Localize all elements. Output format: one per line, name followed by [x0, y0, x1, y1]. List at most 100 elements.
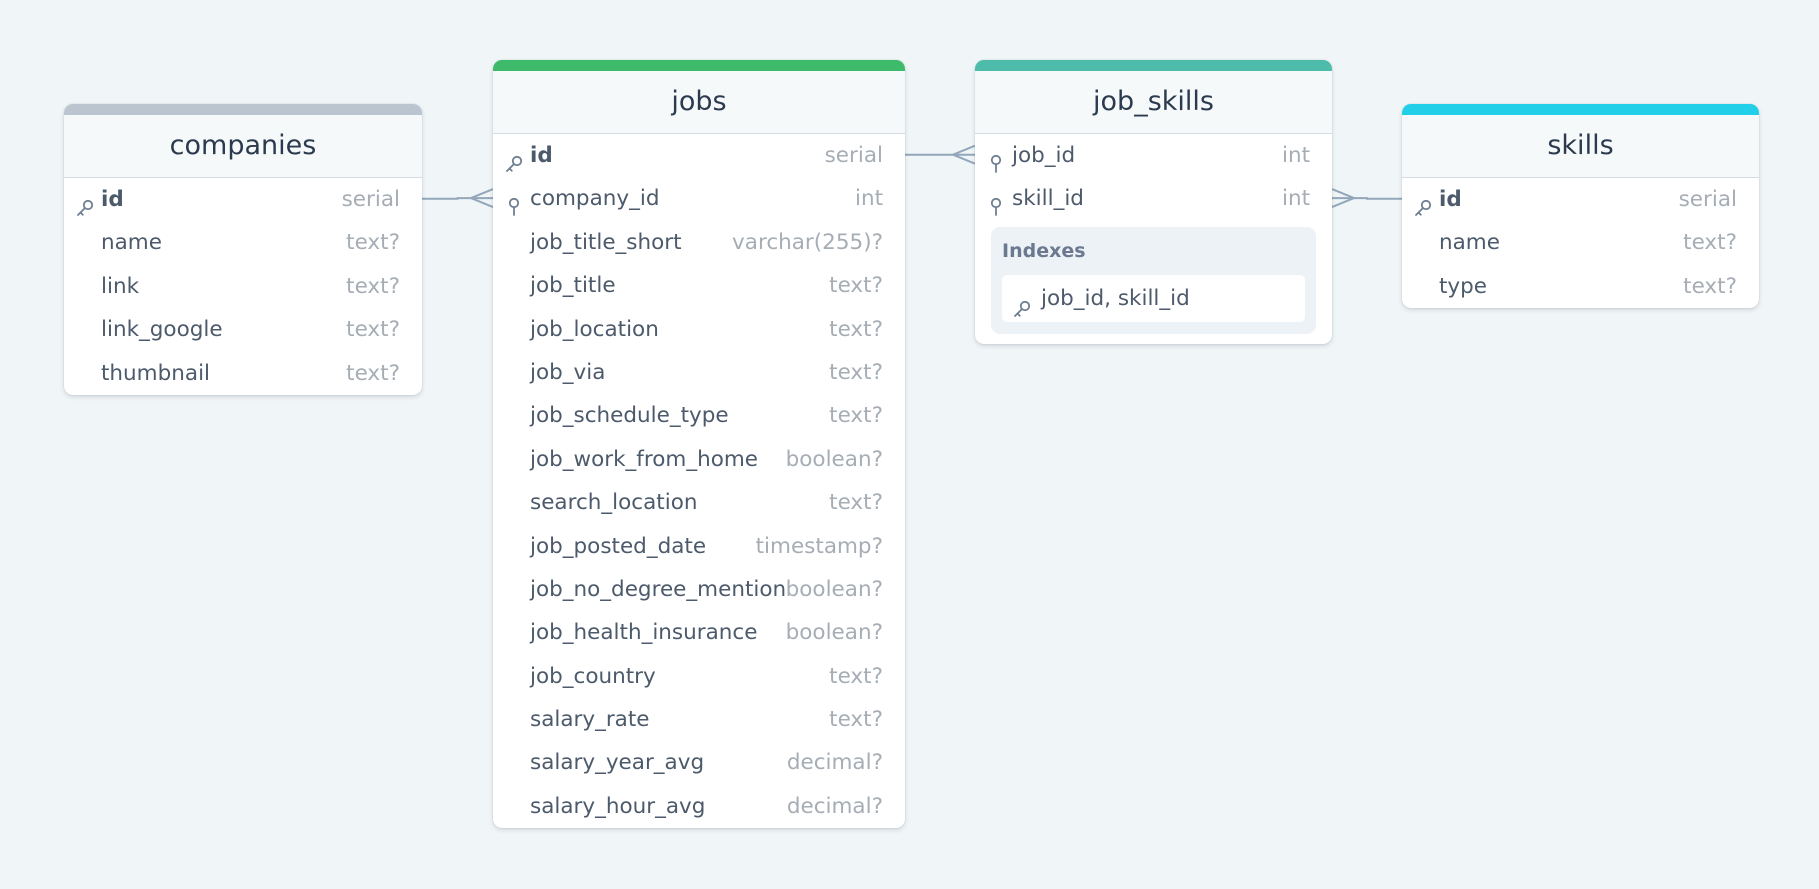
column-row[interactable]: job_id int	[975, 134, 1332, 177]
column-type: text?	[829, 273, 883, 299]
indexes-section: Indexes job_id, skill_id	[991, 226, 1316, 334]
column-type: text?	[346, 360, 400, 386]
column-name: thumbnail	[101, 360, 211, 386]
column-name: job_title_short	[530, 229, 682, 255]
column-row[interactable]: search_location text?	[493, 481, 905, 524]
relation-edge[interactable]	[422, 188, 494, 209]
column-type: serial	[341, 187, 400, 212]
column-row[interactable]: job_work_from_home boolean?	[493, 438, 905, 481]
column-type: boolean?	[785, 576, 883, 602]
table-title[interactable]: jobs	[493, 71, 905, 134]
column-name: link_google	[101, 317, 223, 343]
foreign-key-icon	[504, 189, 524, 217]
index-row[interactable]: job_id, skill_id	[1002, 274, 1305, 322]
column-type: timestamp?	[755, 533, 883, 559]
column-type: decimal?	[786, 750, 883, 776]
column-row[interactable]: job_schedule_type text?	[493, 394, 905, 437]
foreign-key-icon	[986, 189, 1006, 217]
column-name: name	[1439, 230, 1500, 256]
indexes-title: Indexes	[1002, 239, 1086, 262]
column-row[interactable]: job_title_short varchar(255)?	[493, 221, 905, 264]
primary-key-icon	[1012, 289, 1032, 317]
table-title[interactable]: job_skills	[975, 71, 1332, 134]
table-skills[interactable]: skills id serial name text? type text?	[1402, 104, 1759, 309]
primary-key-icon	[75, 190, 95, 216]
column-type: text?	[1683, 273, 1737, 299]
column-name: job_health_insurance	[530, 620, 758, 646]
column-row[interactable]: salary_hour_avg decimal?	[493, 785, 905, 828]
column-row[interactable]: id serial	[493, 134, 905, 177]
column-name: link	[101, 273, 140, 299]
primary-key-icon	[504, 146, 524, 172]
column-row[interactable]: job_no_degree_mention boolean?	[493, 568, 905, 611]
index-columns: job_id, skill_id	[1041, 285, 1190, 311]
column-name: job_posted_date	[530, 533, 707, 559]
relation-edge[interactable]	[905, 144, 976, 165]
table-accent-bar	[64, 104, 422, 115]
column-row[interactable]: job_via text?	[493, 351, 905, 394]
column-type: text?	[346, 230, 400, 256]
relation-line	[422, 197, 493, 200]
column-type: serial	[824, 143, 883, 168]
column-name: id	[1439, 187, 1462, 212]
table-title[interactable]: companies	[64, 115, 422, 178]
column-name: job_via	[530, 359, 606, 385]
column-name: company_id	[530, 186, 660, 212]
column-type: decimal?	[786, 793, 883, 819]
column-name: job_id	[1012, 143, 1076, 168]
column-type: text?	[829, 403, 883, 429]
table-accent-bar	[1402, 104, 1759, 115]
column-type: boolean?	[785, 620, 883, 646]
column-type: int	[854, 186, 883, 212]
column-type: int	[1281, 143, 1310, 168]
relation-edge[interactable]	[1331, 188, 1402, 209]
column-type: text?	[829, 490, 883, 516]
column-row[interactable]: id serial	[64, 178, 422, 221]
table-accent-bar	[975, 60, 1332, 71]
column-name: job_location	[530, 316, 659, 342]
column-name: type	[1439, 273, 1488, 299]
table-jobs[interactable]: jobs id serial company_id int job_title_short…	[493, 60, 905, 829]
column-name: salary_year_avg	[530, 750, 705, 776]
column-type: text?	[1683, 230, 1737, 256]
column-row[interactable]: type text?	[1402, 265, 1759, 308]
column-row[interactable]: name text?	[1402, 221, 1759, 264]
column-name: id	[101, 187, 124, 212]
table-companies[interactable]: companies id serial name text? link text? link_…	[64, 104, 422, 395]
column-name: id	[530, 143, 553, 168]
column-row[interactable]: job_health_insurance boolean?	[493, 611, 905, 654]
primary-key-icon	[1413, 190, 1433, 216]
column-name: search_location	[530, 490, 698, 516]
column-row[interactable]: thumbnail text?	[64, 352, 422, 395]
column-type: text?	[346, 317, 400, 343]
column-type: int	[1281, 186, 1310, 212]
column-type: varchar(255)?	[732, 229, 883, 255]
column-type: text?	[346, 273, 400, 299]
column-name: name	[101, 230, 162, 256]
column-row[interactable]: skill_id int	[975, 177, 1332, 220]
column-type: serial	[1678, 187, 1737, 212]
column-type: text?	[829, 707, 883, 733]
foreign-key-icon	[986, 146, 1006, 173]
column-name: salary_hour_avg	[530, 793, 706, 819]
diagram-canvas: companies id serial name text? link text? link_…	[0, 0, 1819, 889]
column-row[interactable]: job_country text?	[493, 655, 905, 698]
column-row[interactable]: company_id int	[493, 177, 905, 220]
column-row[interactable]: salary_rate text?	[493, 698, 905, 741]
column-name: job_work_from_home	[530, 446, 759, 472]
column-row[interactable]: link text?	[64, 265, 422, 308]
column-name: skill_id	[1012, 186, 1084, 212]
column-row[interactable]: job_location text?	[493, 308, 905, 351]
column-name: salary_rate	[530, 707, 650, 733]
column-row[interactable]: id serial	[1402, 178, 1759, 221]
column-name: job_country	[530, 663, 656, 689]
table-job_skills[interactable]: job_skills job_id int skill_id int Indexes job…	[975, 60, 1332, 344]
column-name: job_title	[530, 273, 616, 299]
column-row[interactable]: salary_year_avg decimal?	[493, 741, 905, 784]
table-title[interactable]: skills	[1402, 115, 1759, 178]
column-row[interactable]: link_google text?	[64, 308, 422, 351]
column-row[interactable]: job_title text?	[493, 264, 905, 307]
column-row[interactable]: job_posted_date timestamp?	[493, 525, 905, 568]
table-accent-bar	[493, 60, 905, 71]
column-row[interactable]: name text?	[64, 221, 422, 264]
